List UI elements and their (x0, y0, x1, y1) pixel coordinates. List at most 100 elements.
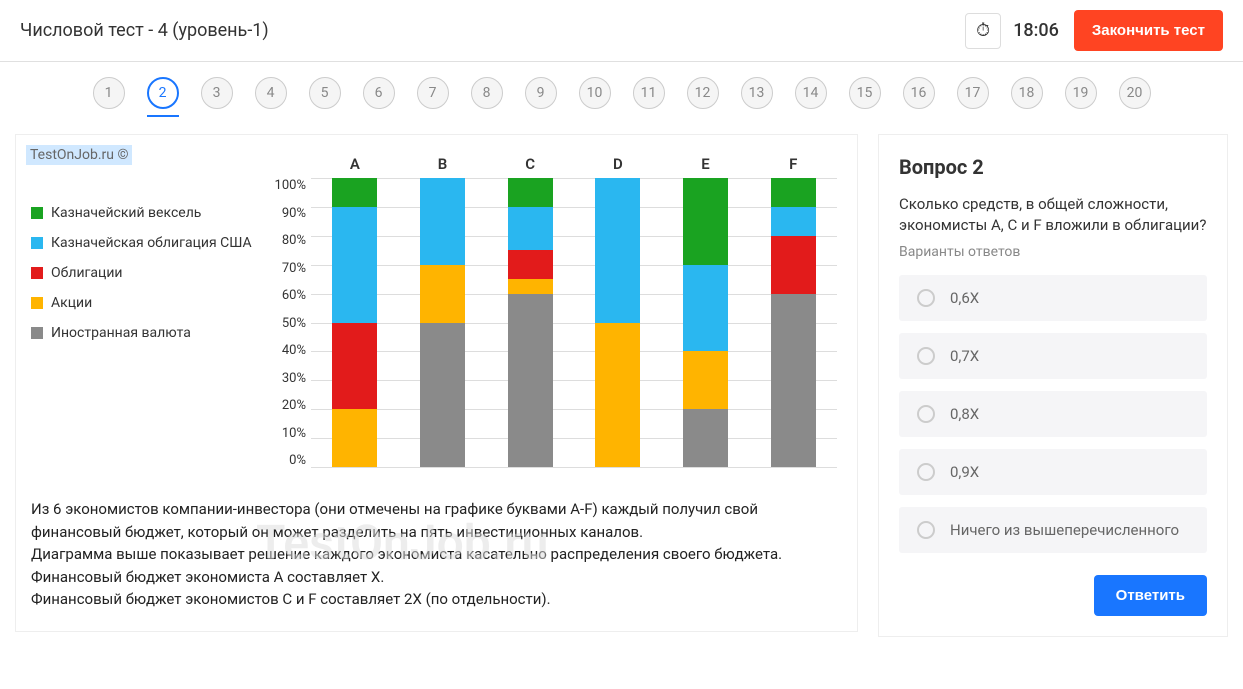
question-title: Вопрос 2 (899, 155, 1207, 179)
radio-icon (917, 521, 935, 539)
watermark: TestOnJob.ru © (26, 145, 132, 165)
end-test-button[interactable]: Закончить тест (1074, 10, 1223, 51)
qnav-item-4[interactable]: 4 (255, 77, 287, 109)
y-tick: 0% (261, 453, 306, 468)
bar-segment (683, 265, 728, 352)
question-text: Сколько средств, в общей сложности, экон… (899, 194, 1207, 236)
qnav-item-20[interactable]: 20 (1119, 77, 1151, 109)
y-tick: 60% (261, 288, 306, 303)
qnav-item-6[interactable]: 6 (363, 77, 395, 109)
qnav-item-2[interactable]: 2 (147, 77, 179, 109)
qnav-item-16[interactable]: 16 (903, 77, 935, 109)
chart-bars (311, 178, 837, 468)
bar-segment (332, 178, 377, 207)
radio-icon (917, 463, 935, 481)
qnav-item-7[interactable]: 7 (417, 77, 449, 109)
qnav-item-17[interactable]: 17 (957, 77, 989, 109)
qnav-item-19[interactable]: 19 (1065, 77, 1097, 109)
y-tick: 40% (261, 343, 306, 358)
answer-option-4[interactable]: Ничего из вышеперечисленного (899, 507, 1207, 553)
stopwatch-icon: ⏱ (965, 13, 1001, 49)
qnav-item-3[interactable]: 3 (201, 77, 233, 109)
x-label: C (486, 155, 574, 173)
bar (595, 178, 640, 467)
qnav-item-1[interactable]: 1 (93, 77, 125, 109)
bar-column-B (399, 178, 487, 467)
bar (420, 178, 465, 467)
qnav-item-11[interactable]: 11 (633, 77, 665, 109)
timer-value: 18:06 (1013, 20, 1059, 41)
y-tick: 80% (261, 233, 306, 248)
bar (771, 178, 816, 467)
grid-line (311, 467, 837, 468)
bar-segment (508, 294, 553, 467)
bar-segment (332, 409, 377, 467)
desc-p4: Финансовый бюджет экономистов С и F сост… (31, 588, 837, 611)
legend-item: Казначейская облигация США (31, 235, 261, 251)
chart-legend: Казначейский вексель Казначейская облигац… (31, 155, 261, 468)
legend-item: Иностранная валюта (31, 325, 261, 341)
bar-segment (508, 279, 553, 293)
legend-swatch (31, 327, 43, 339)
legend-label: Казначейский вексель (51, 205, 201, 221)
question-nav: 1234567891011121314151617181920 (0, 62, 1243, 119)
legend-item: Облигации (31, 265, 261, 281)
legend-item: Казначейский вексель (31, 205, 261, 221)
answer-button[interactable]: Ответить (1094, 575, 1207, 616)
bar-segment (508, 178, 553, 207)
bar-column-F (749, 178, 837, 467)
qnav-item-8[interactable]: 8 (471, 77, 503, 109)
answer-option-1[interactable]: 0,7X (899, 333, 1207, 379)
radio-icon (917, 347, 935, 365)
bar-segment (683, 351, 728, 409)
answer-option-0[interactable]: 0,6X (899, 275, 1207, 321)
qnav-item-15[interactable]: 15 (849, 77, 881, 109)
y-tick: 30% (261, 371, 306, 386)
x-label: E (662, 155, 750, 173)
bar-segment (771, 178, 816, 207)
chart: ABCDEF 100%90%80%70%60%50%40%30%20%10%0% (261, 155, 837, 468)
option-label: 0,8X (950, 405, 979, 423)
legend-label: Иностранная валюта (51, 325, 191, 341)
bar (683, 178, 728, 467)
option-label: Ничего из вышеперечисленного (950, 521, 1179, 539)
legend-swatch (31, 237, 43, 249)
bar-segment (683, 409, 728, 467)
legend-label: Облигации (51, 265, 123, 281)
bar-segment (508, 207, 553, 250)
chart-wrap: Казначейский вексель Казначейская облигац… (31, 155, 837, 468)
qnav-item-14[interactable]: 14 (795, 77, 827, 109)
chart-plot: 100%90%80%70%60%50%40%30%20%10%0% (261, 178, 837, 468)
main: TestOnJob.ru © Казначейский вексельКазна… (0, 119, 1243, 652)
legend-label: Акции (51, 295, 92, 311)
chart-x-labels: ABCDEF (311, 155, 837, 173)
qnav-item-18[interactable]: 18 (1011, 77, 1043, 109)
legend-label: Казначейская облигация США (51, 235, 252, 251)
bar-segment (771, 236, 816, 294)
qnav-item-9[interactable]: 9 (525, 77, 557, 109)
bar-segment (595, 178, 640, 323)
bar-segment (420, 323, 465, 468)
qnav-item-12[interactable]: 12 (687, 77, 719, 109)
bar-column-C (486, 178, 574, 467)
x-label: A (311, 155, 399, 173)
y-tick: 10% (261, 426, 306, 441)
desc-p2: Диаграмма выше показывает решение каждог… (31, 543, 837, 566)
x-label: B (399, 155, 487, 173)
chart-y-axis: 100%90%80%70%60%50%40%30%20%10%0% (261, 178, 311, 468)
radio-icon (917, 289, 935, 307)
desc-p3: Финансовый бюджет экономиста А составляе… (31, 566, 837, 589)
bar-segment (595, 323, 640, 468)
qnav-item-10[interactable]: 10 (579, 77, 611, 109)
option-label: 0,9X (950, 463, 979, 481)
legend-swatch (31, 207, 43, 219)
answer-option-3[interactable]: 0,9X (899, 449, 1207, 495)
bar-segment (332, 323, 377, 410)
answer-option-2[interactable]: 0,8X (899, 391, 1207, 437)
qnav-item-13[interactable]: 13 (741, 77, 773, 109)
legend-swatch (31, 267, 43, 279)
header: Числовой тест - 4 (уровень-1) ⏱ 18:06 За… (0, 0, 1243, 62)
qnav-item-5[interactable]: 5 (309, 77, 341, 109)
x-label: D (574, 155, 662, 173)
bar-segment (508, 250, 553, 279)
